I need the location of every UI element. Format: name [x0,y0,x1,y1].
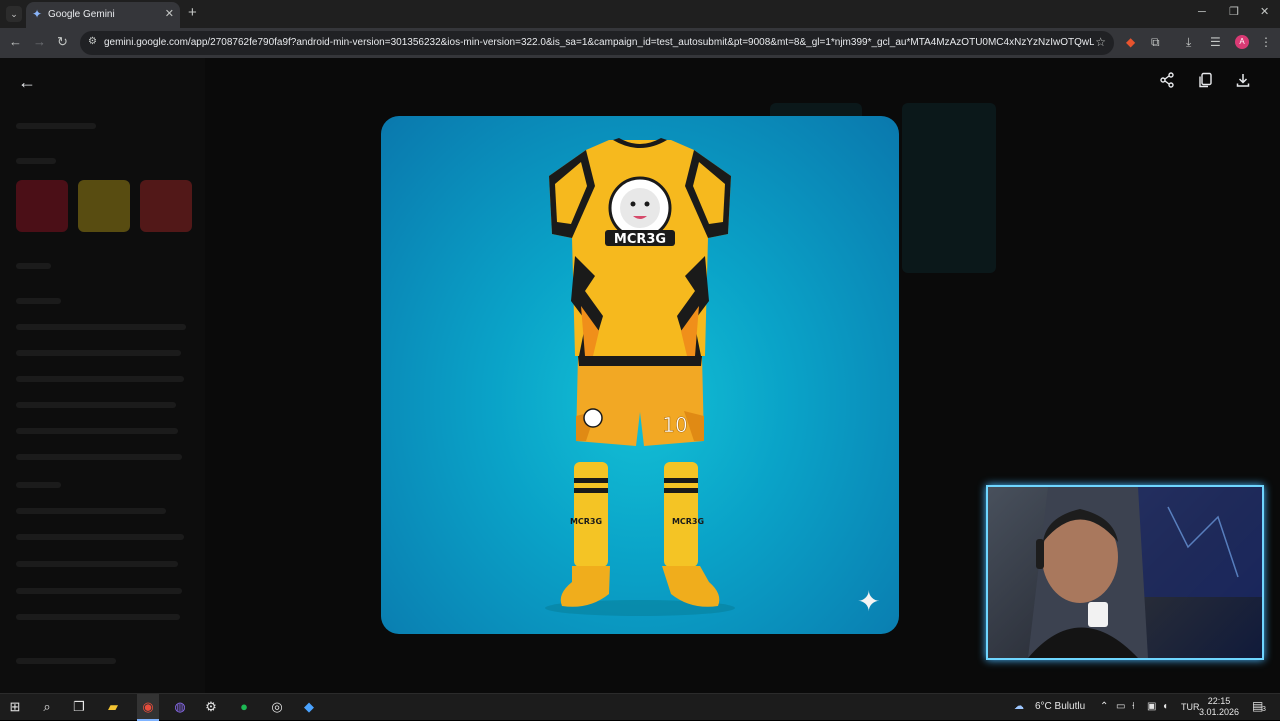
browser-tab-strip: ⌄ ✦ Google Gemini ✕ + ─ ❐ ✕ [0,0,1280,28]
dimmed-thumbnail [16,180,68,232]
webcam-frame [986,485,1264,660]
ai-sparkle-icon: ✦ [857,586,881,617]
dimmed-thumbnail [140,180,192,232]
windows-taskbar: ⊞ ⌕ ❐ ▰ ◉ ◍ ⚙ ● ◎ ◆ ☁ 6°C Bulutlu ⌃ ▭ ⍿ … [0,693,1280,721]
copy-icon[interactable] [1197,72,1213,93]
notification-count: 3 [1262,706,1266,713]
reload-button[interactable]: ↻ [57,34,68,50]
dimmed-thumbnail [78,180,130,232]
close-window-button[interactable]: ✕ [1260,5,1269,19]
obs-icon[interactable]: ◎ [268,699,286,715]
task-view-icon[interactable]: ❐ [70,699,88,715]
tab-close-icon[interactable]: ✕ [165,8,174,20]
generated-image[interactable]: MCR3G 10 MCR3G MCR3G ✦ [381,116,899,634]
webcam-overlay [986,485,1264,660]
left-sock-text: MCR3G [570,517,602,526]
discord-icon[interactable]: ◍ [171,699,189,715]
close-viewer-back-icon[interactable]: ← [18,72,36,92]
bookmark-star-icon[interactable]: ☆ [1095,35,1106,49]
dimmed-card [902,103,996,273]
tab-title: Google Gemini [48,9,115,20]
clock-time: 22:15 [1207,696,1231,706]
steam-icon[interactable]: ⚙ [202,699,220,715]
network-icon[interactable]: ▣ [1147,701,1156,713]
clock-date: 3.01.2026 [1198,707,1240,717]
clock[interactable]: 22:15 3.01.2026 [1198,696,1240,718]
search-icon[interactable]: ⌕ [38,699,56,715]
browser-toolbar: ← → ↻ ⚙ gemini.google.com/app/2708762fe7… [0,28,1280,58]
streamer-video [1028,487,1262,658]
jersey-crest-text: MCR3G [614,232,666,247]
file-explorer-icon[interactable]: ▰ [104,699,122,715]
new-tab-button[interactable]: + [188,5,197,21]
shorts-number: 10 [662,413,687,437]
forward-button[interactable]: → [33,34,46,50]
profile-avatar[interactable]: A [1235,35,1249,49]
address-bar[interactable]: ⚙ gemini.google.com/app/2708762fe790fa9f… [80,31,1114,55]
volume-icon[interactable]: ◖ [1162,701,1168,713]
extension-fox-icon[interactable]: ◆ [1126,34,1135,50]
restore-button[interactable]: ❐ [1229,5,1239,19]
right-sock-text: MCR3G [672,517,704,526]
weather-cloud-icon[interactable]: ☁ [1014,701,1024,713]
spotify-icon[interactable]: ● [235,699,253,715]
site-info-icon[interactable]: ⚙ [88,36,97,47]
extensions-puzzle-icon[interactable]: ⧉ [1151,34,1160,50]
microphone-icon[interactable]: ⍿ [1132,701,1135,713]
tray-device-icon[interactable]: ▭ [1116,701,1125,713]
chrome-taskbar-icon[interactable]: ◉ [139,699,157,715]
gemini-favicon-icon: ✦ [32,7,43,21]
back-button[interactable]: ← [9,34,22,50]
tab-search-icon[interactable]: ⌄ [6,6,22,22]
dimmed-sidebar [0,58,205,693]
chrome-menu-icon[interactable]: ⋮ [1260,34,1272,50]
football-kit-illustration: MCR3G 10 MCR3G MCR3G [545,138,735,616]
minimize-button[interactable]: ─ [1198,5,1206,19]
downloads-icon[interactable]: ⤓ [1186,34,1191,50]
tab-gemini[interactable]: ✦ Google Gemini ✕ [26,2,180,28]
url-text[interactable]: gemini.google.com/app/2708762fe790fa9f?a… [104,37,1094,48]
weather-text[interactable]: 6°C Bulutlu [1035,701,1085,712]
tray-chevron-icon[interactable]: ⌃ [1100,701,1108,713]
share-icon[interactable] [1159,72,1175,93]
windows-start-icon[interactable]: ⊞ [6,699,24,715]
app-taskbar-icon[interactable]: ◆ [300,699,318,715]
language-indicator[interactable]: TUR [1181,701,1200,713]
download-icon[interactable] [1235,72,1251,93]
reading-list-icon[interactable]: ☰ [1210,34,1221,50]
